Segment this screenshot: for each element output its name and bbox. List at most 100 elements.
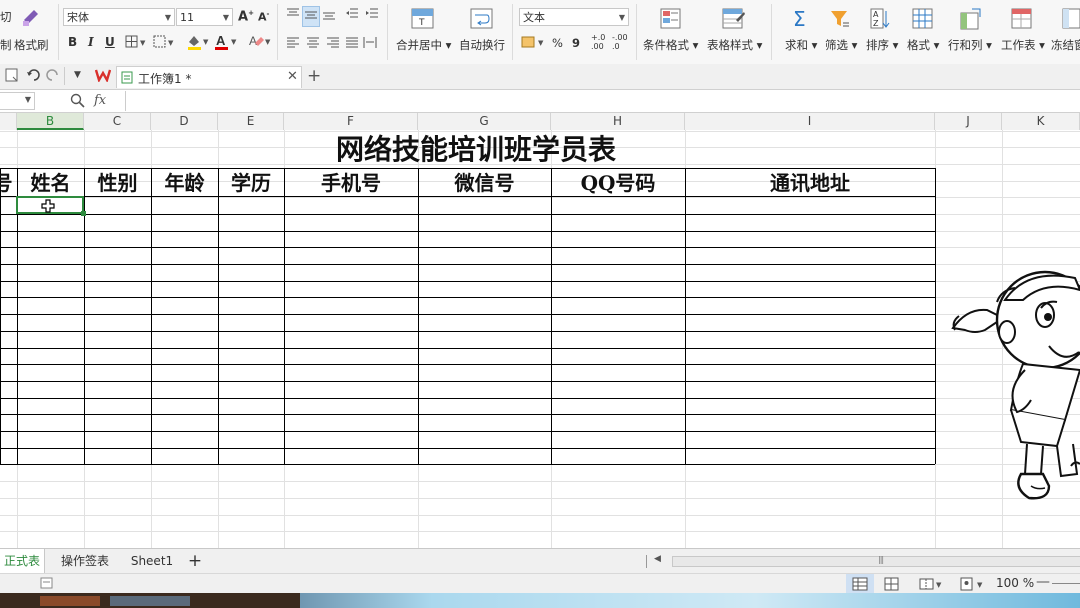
font-size-select[interactable]: 11 ▼ <box>176 8 233 26</box>
insert-function-button[interactable]: fx <box>94 93 106 108</box>
column-header-a[interactable] <box>0 113 17 130</box>
align-middle-icon[interactable] <box>302 6 320 27</box>
svg-text:▼: ▼ <box>977 581 983 589</box>
header-cell-education: 学历 <box>231 171 271 195</box>
align-center-icon[interactable] <box>305 35 321 52</box>
underline-button[interactable]: U <box>105 35 115 49</box>
header-cell-wechat: 微信号 <box>454 171 515 195</box>
column-header-g[interactable]: G <box>418 113 551 130</box>
currency-icon[interactable]: ▼ <box>521 34 547 53</box>
worksheet-icon <box>1011 8 1033 33</box>
font-name-value: 宋体 <box>67 11 89 24</box>
horizontal-scrollbar[interactable]: ||| <box>672 555 1080 567</box>
fill-color-icon[interactable]: ▼ <box>186 33 212 54</box>
fill-handle[interactable] <box>81 211 86 216</box>
align-left-icon[interactable] <box>285 35 301 52</box>
align-bottom-icon[interactable] <box>321 6 337 25</box>
format-icon <box>912 8 934 33</box>
font-name-select[interactable]: 宋体 ▼ <box>63 8 175 26</box>
sum-label: 求和 <box>785 38 808 52</box>
grow-font-button[interactable]: A+ <box>238 9 254 24</box>
table-style-button[interactable]: 表格样式 ▾ <box>707 37 762 53</box>
number-format-select[interactable]: 文本 ▼ <box>519 8 629 26</box>
decrease-indent-icon[interactable] <box>344 6 360 25</box>
italic-button[interactable]: I <box>88 35 94 49</box>
format-painter-button[interactable]: 格式刷 <box>14 37 49 53</box>
save-icon[interactable] <box>5 68 19 85</box>
copy-button[interactable]: 制 <box>0 37 12 53</box>
shrink-font-button[interactable]: A- <box>258 10 269 24</box>
taskbar-thumbnail <box>110 596 190 606</box>
add-sheet-button[interactable]: + <box>184 549 206 573</box>
worksheet-grid[interactable]: 网络技能培训班学员表 号 姓名 性别 年龄 学历 手机号 微信号 QQ号码 通讯… <box>0 130 1080 548</box>
svg-text:▼: ▼ <box>231 38 237 46</box>
distributed-icon[interactable] <box>362 35 378 52</box>
percent-button[interactable]: % <box>552 36 563 50</box>
name-box[interactable]: ▼ <box>0 92 35 110</box>
scroll-left-icon[interactable]: ◀ <box>654 554 661 564</box>
freeze-panes-button[interactable]: 冻结窗 <box>1051 37 1080 53</box>
zoom-lookup-icon[interactable] <box>70 93 86 112</box>
column-header-b[interactable]: B <box>17 113 84 130</box>
wrap-text-button[interactable]: 自动换行 <box>459 37 505 53</box>
redo-icon[interactable] <box>46 68 60 85</box>
wps-logo-icon[interactable] <box>94 68 112 85</box>
column-header-d[interactable]: D <box>151 113 218 130</box>
document-tab-bar: ▼ 工作簿1 * ✕ + <box>0 64 1080 90</box>
sheet-tab-formal[interactable]: 正式表 <box>0 549 45 573</box>
merge-center-button[interactable]: 合并居中 ▾ <box>396 37 451 53</box>
merge-center-label: 合并居中 <box>396 38 442 52</box>
clear-format-icon[interactable]: A ▼ <box>247 33 273 54</box>
justify-icon[interactable] <box>344 35 360 52</box>
font-color-icon[interactable]: A ▼ <box>214 33 240 54</box>
increase-indent-icon[interactable] <box>364 6 380 25</box>
macro-record-icon[interactable] <box>40 577 54 593</box>
column-header-f[interactable]: F <box>284 113 418 130</box>
filter-button[interactable]: 筛选 ▾ <box>825 37 857 53</box>
increase-decimal-button[interactable]: +.0 .00 <box>591 33 605 51</box>
sort-button[interactable]: 排序 ▾ <box>866 37 898 53</box>
chevron-down-icon: ▼ <box>24 95 31 104</box>
divider <box>64 67 65 85</box>
column-header-i[interactable]: I <box>685 113 935 130</box>
zoom-level[interactable]: 100 % <box>996 576 1034 590</box>
column-header-c[interactable]: C <box>84 113 151 130</box>
format-label: 格式 <box>907 38 930 52</box>
column-header-e[interactable]: E <box>218 113 284 130</box>
sort-icon: AZ <box>869 8 891 33</box>
svg-text:▼: ▼ <box>538 39 544 47</box>
column-header-bar: B C D E F G H I J K <box>0 113 1080 131</box>
fill-pattern-icon[interactable]: ▼ <box>153 35 177 52</box>
format-button[interactable]: 格式 ▾ <box>907 37 939 53</box>
row-column-button[interactable]: 行和列 ▾ <box>948 37 992 53</box>
number-format-value: 文本 <box>523 11 545 24</box>
tab-workbook1[interactable]: 工作簿1 * ✕ <box>116 66 302 88</box>
decrease-decimal-button[interactable]: -.00 .0 <box>612 33 628 51</box>
column-header-h[interactable]: H <box>551 113 685 130</box>
column-header-k[interactable]: K <box>1002 113 1080 130</box>
table-style-icon <box>722 8 746 33</box>
formula-input[interactable] <box>125 91 1080 111</box>
align-right-icon[interactable] <box>325 35 341 52</box>
close-icon[interactable]: ✕ <box>287 69 298 84</box>
scrollbar-thumb[interactable] <box>673 557 1080 566</box>
comma-button[interactable]: 9 <box>572 36 580 50</box>
column-header-j[interactable]: J <box>935 113 1002 130</box>
sum-button[interactable]: 求和 ▾ <box>785 37 817 53</box>
sheet-tab-sheet1[interactable]: Sheet1 <box>124 549 180 573</box>
conditional-format-button[interactable]: 条件格式 ▾ <box>643 37 698 53</box>
normal-view-button[interactable] <box>846 574 874 594</box>
cut-button[interactable]: 切 <box>0 9 12 25</box>
ribbon-divider <box>771 4 772 60</box>
sheet-tab-operation[interactable]: 操作签表 <box>50 549 120 573</box>
border-icon[interactable]: ▼ <box>125 35 149 52</box>
bold-button[interactable]: B <box>68 35 77 49</box>
align-top-icon[interactable] <box>285 6 301 25</box>
worksheet-button[interactable]: 工作表 ▾ <box>1001 37 1045 53</box>
quick-access-dropdown-icon[interactable]: ▼ <box>74 70 81 80</box>
zoom-slider[interactable] <box>1052 583 1080 584</box>
zoom-out-button[interactable]: — <box>1036 574 1050 590</box>
svg-text:▼: ▼ <box>203 38 209 46</box>
undo-icon[interactable] <box>26 68 40 85</box>
new-tab-button[interactable]: + <box>307 66 321 86</box>
